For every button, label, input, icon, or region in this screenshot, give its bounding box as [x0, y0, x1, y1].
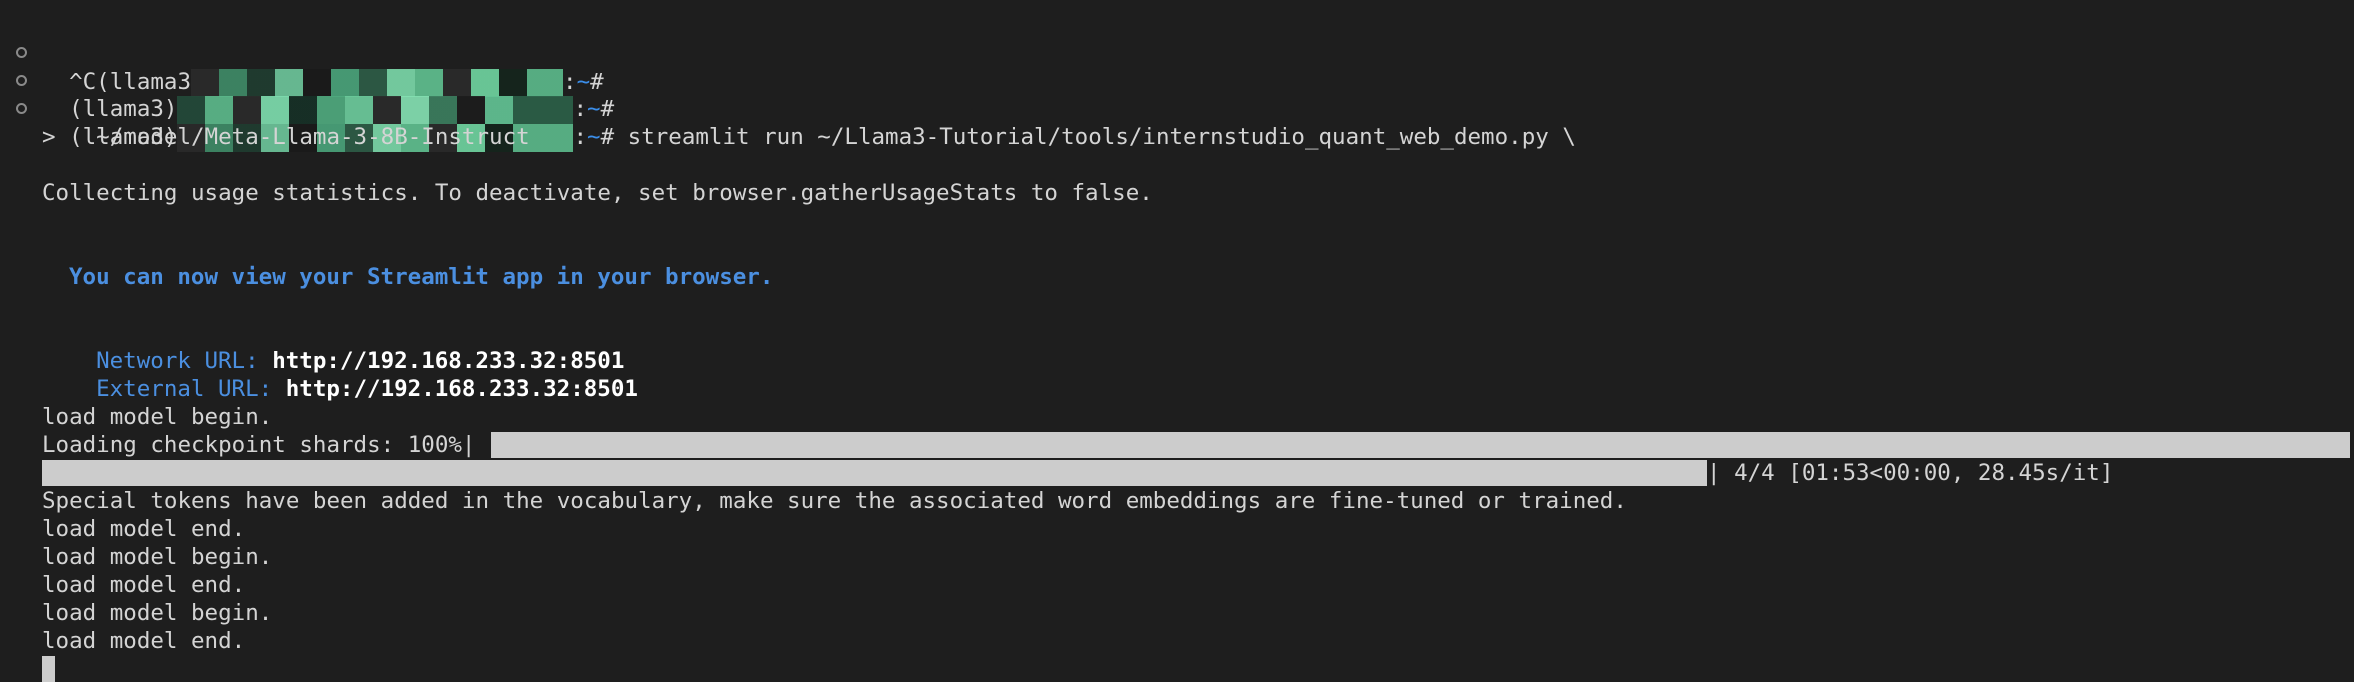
log-line: load model begin. [42, 404, 273, 430]
log-line: load model begin. [42, 544, 273, 570]
command-status-circle [16, 103, 27, 114]
terminal-cursor [42, 656, 55, 682]
command-status-circle [16, 47, 27, 58]
network-url-line: Network URL: http://192.168.233.32:8501 [69, 319, 624, 374]
progress-bar-fill [491, 432, 2350, 458]
progress-bar-fill [42, 460, 1707, 486]
prompt-cwd: ~ [587, 124, 601, 150]
usage-stats-message: Collecting usage statistics. To deactiva… [42, 180, 1153, 206]
prompt-line: (llama3):~# [42, 67, 614, 124]
command-status-circle [16, 75, 27, 86]
log-line: load model end. [42, 516, 246, 542]
command-text: # streamlit run ~/Llama3-Tutorial/tools/… [600, 124, 1576, 150]
prompt-colon: : [573, 124, 588, 150]
command-continuation: > ~/model/Meta-Llama-3-8B-Instruct [42, 124, 530, 150]
prompt-line: ^C(llama3:~# [42, 40, 604, 97]
external-url-line: External URL: http://192.168.233.32:8501 [69, 347, 638, 402]
log-line: load model begin. [42, 600, 273, 626]
external-url-label: External URL: [96, 376, 286, 402]
prompt-line: (llama3):~# streamlit run ~/Llama3-Tutor… [42, 95, 1576, 152]
log-line: load model end. [42, 628, 246, 654]
progress-stats: | 4/4 [01:53<00:00, 28.45s/it] [1707, 460, 2114, 486]
external-url-link[interactable]: http://192.168.233.32:8501 [286, 376, 638, 402]
special-tokens-warning: Special tokens have been added in the vo… [42, 488, 1627, 514]
log-line: load model end. [42, 572, 246, 598]
loading-shards-label: Loading checkpoint shards: 100%| [42, 432, 476, 458]
streamlit-view-message: You can now view your Streamlit app in y… [69, 264, 774, 290]
